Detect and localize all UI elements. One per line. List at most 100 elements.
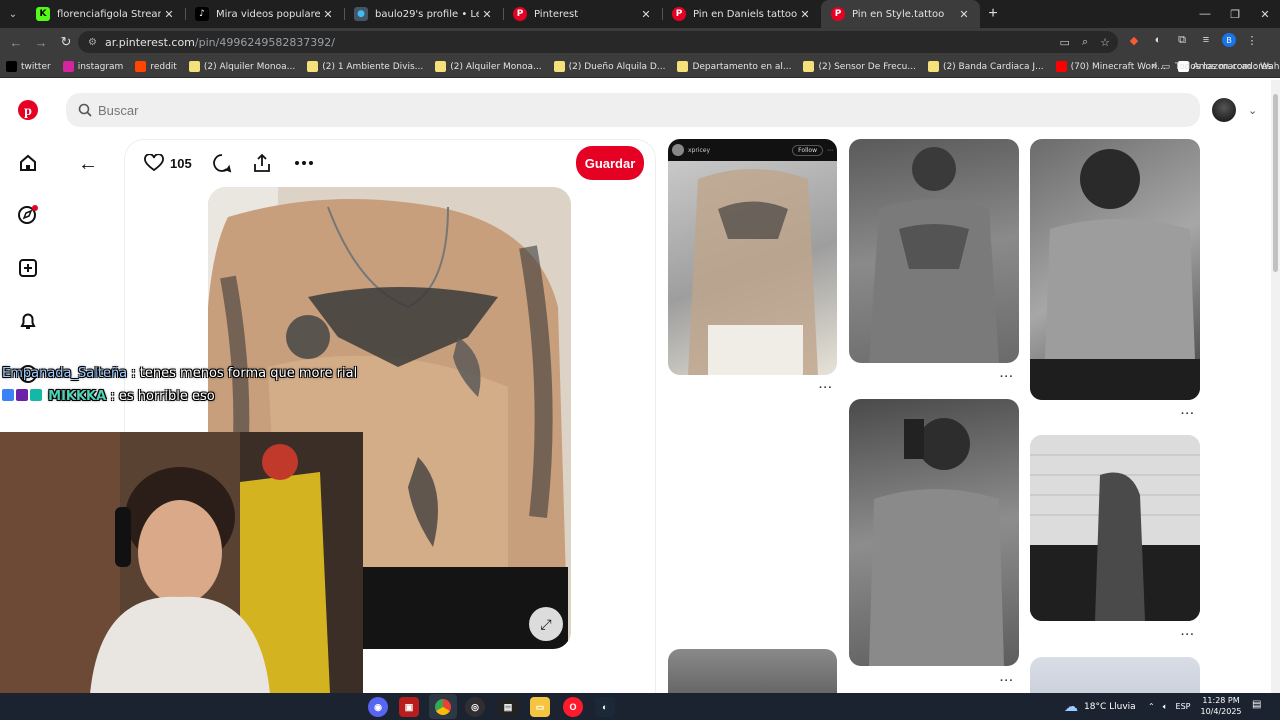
bookmark-item[interactable]: Departamento en al... [677, 61, 791, 72]
speaker-icon[interactable]: 🔈︎ [1163, 702, 1168, 712]
grid-pin[interactable] [849, 139, 1019, 363]
browser-menu-icon[interactable]: ⋮ [1244, 32, 1260, 48]
browser-tab[interactable]: ● baulo29's profile • Letterboxd ✕ [344, 0, 503, 28]
bookmark-favicon-icon [1055, 61, 1067, 72]
more-options-icon[interactable]: ··· [1000, 371, 1014, 383]
more-options-icon[interactable]: ··· [1181, 408, 1195, 420]
scrollbar-thumb[interactable] [1273, 94, 1278, 272]
page-scrollbar[interactable] [1271, 80, 1280, 693]
grid-pin[interactable] [668, 649, 837, 693]
browser-tab[interactable]: P Pin en Daniels tattoo ideas ✕ [662, 0, 821, 28]
reload-icon[interactable]: ↻ [54, 30, 78, 54]
chrome-icon[interactable] [429, 694, 457, 719]
clock-date: 10/4/2025 [1200, 707, 1242, 716]
search-input[interactable] [98, 102, 698, 118]
create-icon[interactable] [17, 257, 39, 279]
chevron-down-icon[interactable]: ⌄ [1248, 104, 1257, 117]
account-area[interactable]: ⌄ [1212, 98, 1257, 122]
extension-icon[interactable]: ◆ [1126, 32, 1142, 48]
back-icon[interactable]: ← [4, 30, 28, 54]
bookmark-favicon-icon [677, 61, 689, 72]
pinterest-logo-icon[interactable]: p [17, 99, 39, 121]
discord-icon[interactable]: ◉ [368, 697, 388, 717]
grid-pin[interactable] [1030, 139, 1200, 400]
bookmark-item[interactable]: reddit [135, 61, 177, 72]
bookmark-item[interactable]: (2) Dueño Alquila D... [553, 61, 665, 72]
address-bar[interactable]: ⚙ ar.pinterest.com/pin/499624958283739​2… [78, 31, 1118, 53]
close-tab-icon[interactable]: ✕ [320, 8, 336, 21]
reading-list-icon[interactable]: ≡ [1198, 32, 1214, 48]
bookmark-label: (2) Banda Cardiaca J... [942, 61, 1044, 72]
chevron-up-icon[interactable]: ⌃ [1148, 702, 1155, 711]
grid-pin[interactable] [1030, 435, 1200, 621]
pinterest-favicon-icon: P [831, 7, 845, 21]
all-bookmarks-button[interactable]: ▭ Todos los marcadores [1161, 56, 1272, 78]
tab-strip: ⌄ K florenciafigola Stream - Watch Liv ✕… [0, 0, 1280, 28]
extensions-puzzle-icon[interactable]: ⧉ [1174, 32, 1190, 48]
url-path: /pin/499624958283739​2/ [194, 35, 336, 49]
minimize-icon[interactable]: — [1190, 0, 1220, 28]
close-window-icon[interactable]: ✕ [1250, 0, 1280, 28]
file-explorer-icon[interactable]: ▭ [530, 697, 550, 717]
tab-search-icon[interactable]: ⌄ [0, 0, 26, 28]
search-bar[interactable] [66, 93, 1200, 127]
browser-tab-active[interactable]: P Pin en Style.tattoo ✕ [821, 0, 980, 28]
close-tab-icon[interactable]: ✕ [797, 8, 813, 21]
bookmark-label: (2) Sensor De Frecu... [818, 61, 916, 72]
new-tab-button[interactable]: + [980, 0, 1006, 28]
bookmark-item[interactable]: (2) 1 Ambiente Divis... [307, 61, 423, 72]
bookmark-item[interactable]: twitter [6, 61, 51, 72]
obs-icon[interactable]: ◎ [465, 697, 485, 717]
more-options-icon[interactable] [294, 160, 314, 166]
site-info-icon[interactable]: ⚙ [88, 37, 97, 48]
share-icon[interactable] [252, 153, 272, 173]
heart-icon[interactable] [144, 154, 164, 172]
close-tab-icon[interactable]: ✕ [638, 8, 654, 21]
browser-tab[interactable]: ♪ Mira videos populares seleccio ✕ [185, 0, 344, 28]
grid-pin[interactable]: xpricey Follow ⋯ [668, 139, 837, 375]
bookmark-item[interactable]: (70) Minecraft Worl... [1055, 61, 1166, 72]
forward-icon[interactable]: → [29, 30, 53, 54]
comment-icon[interactable] [212, 153, 232, 173]
close-tab-icon[interactable]: ✕ [479, 8, 495, 21]
bookmarks-bar: twitter instagram reddit (2) Alquiler Monoa… [0, 56, 1280, 78]
app-icon[interactable]: ▣ [399, 697, 419, 717]
back-arrow-icon[interactable]: ← [78, 153, 98, 176]
bookmark-item[interactable]: (2) Alquiler Monoa... [435, 61, 542, 72]
bookmark-item[interactable]: (2) Sensor De Frecu... [803, 61, 916, 72]
zoom-icon[interactable]: ⌕ [1082, 35, 1088, 49]
explore-icon[interactable] [17, 204, 39, 226]
avatar[interactable] [1212, 98, 1236, 122]
home-icon[interactable] [17, 152, 39, 174]
app-icon[interactable]: ▤ [498, 697, 518, 717]
browser-tab[interactable]: K florenciafigola Stream - Watch Liv ✕ [26, 0, 185, 28]
grid-pin[interactable] [849, 399, 1019, 666]
extension-icon[interactable]: ◐ [1150, 32, 1166, 48]
grid-pin[interactable] [1030, 657, 1200, 693]
bookmark-item[interactable]: (2) Banda Cardiaca J... [927, 61, 1044, 72]
close-tab-icon[interactable]: ✕ [161, 8, 177, 21]
bookmarks-overflow-icon[interactable]: » [1151, 59, 1158, 72]
tab-title: Pinterest [534, 8, 579, 20]
save-button[interactable]: Guardar [576, 146, 644, 180]
more-options-icon[interactable]: ··· [1000, 675, 1014, 687]
weather-widget[interactable]: ☁ 18°C Lluvia [1064, 693, 1136, 720]
more-options-icon[interactable]: ··· [1181, 629, 1195, 641]
taskbar-clock[interactable]: 11:28 PM 10/4/2025 [1200, 695, 1242, 717]
browser-tab[interactable]: P Pinterest ✕ [503, 0, 662, 28]
bookmark-item[interactable]: (2) Alquiler Monoa... [188, 61, 295, 72]
more-options-icon[interactable]: ··· [819, 382, 833, 394]
cast-icon[interactable]: ▭ [1060, 36, 1070, 49]
profile-avatar[interactable]: B [1222, 33, 1236, 47]
opera-icon[interactable]: O [563, 697, 583, 717]
restore-icon[interactable]: ❐ [1220, 0, 1250, 28]
close-tab-icon[interactable]: ✕ [956, 8, 972, 21]
bookmark-item[interactable]: instagram [62, 61, 123, 72]
steam-icon[interactable]: ◐ [595, 697, 615, 717]
bookmark-star-icon[interactable]: ☆ [1100, 36, 1110, 49]
chat-message: MIKKKA : es horrible eso [2, 385, 357, 408]
notification-icon[interactable]: ▤ [1252, 699, 1266, 713]
expand-image-button[interactable]: ⤢ [529, 607, 563, 641]
language-indicator[interactable]: ESP [1176, 702, 1191, 711]
notifications-icon[interactable] [17, 310, 39, 332]
